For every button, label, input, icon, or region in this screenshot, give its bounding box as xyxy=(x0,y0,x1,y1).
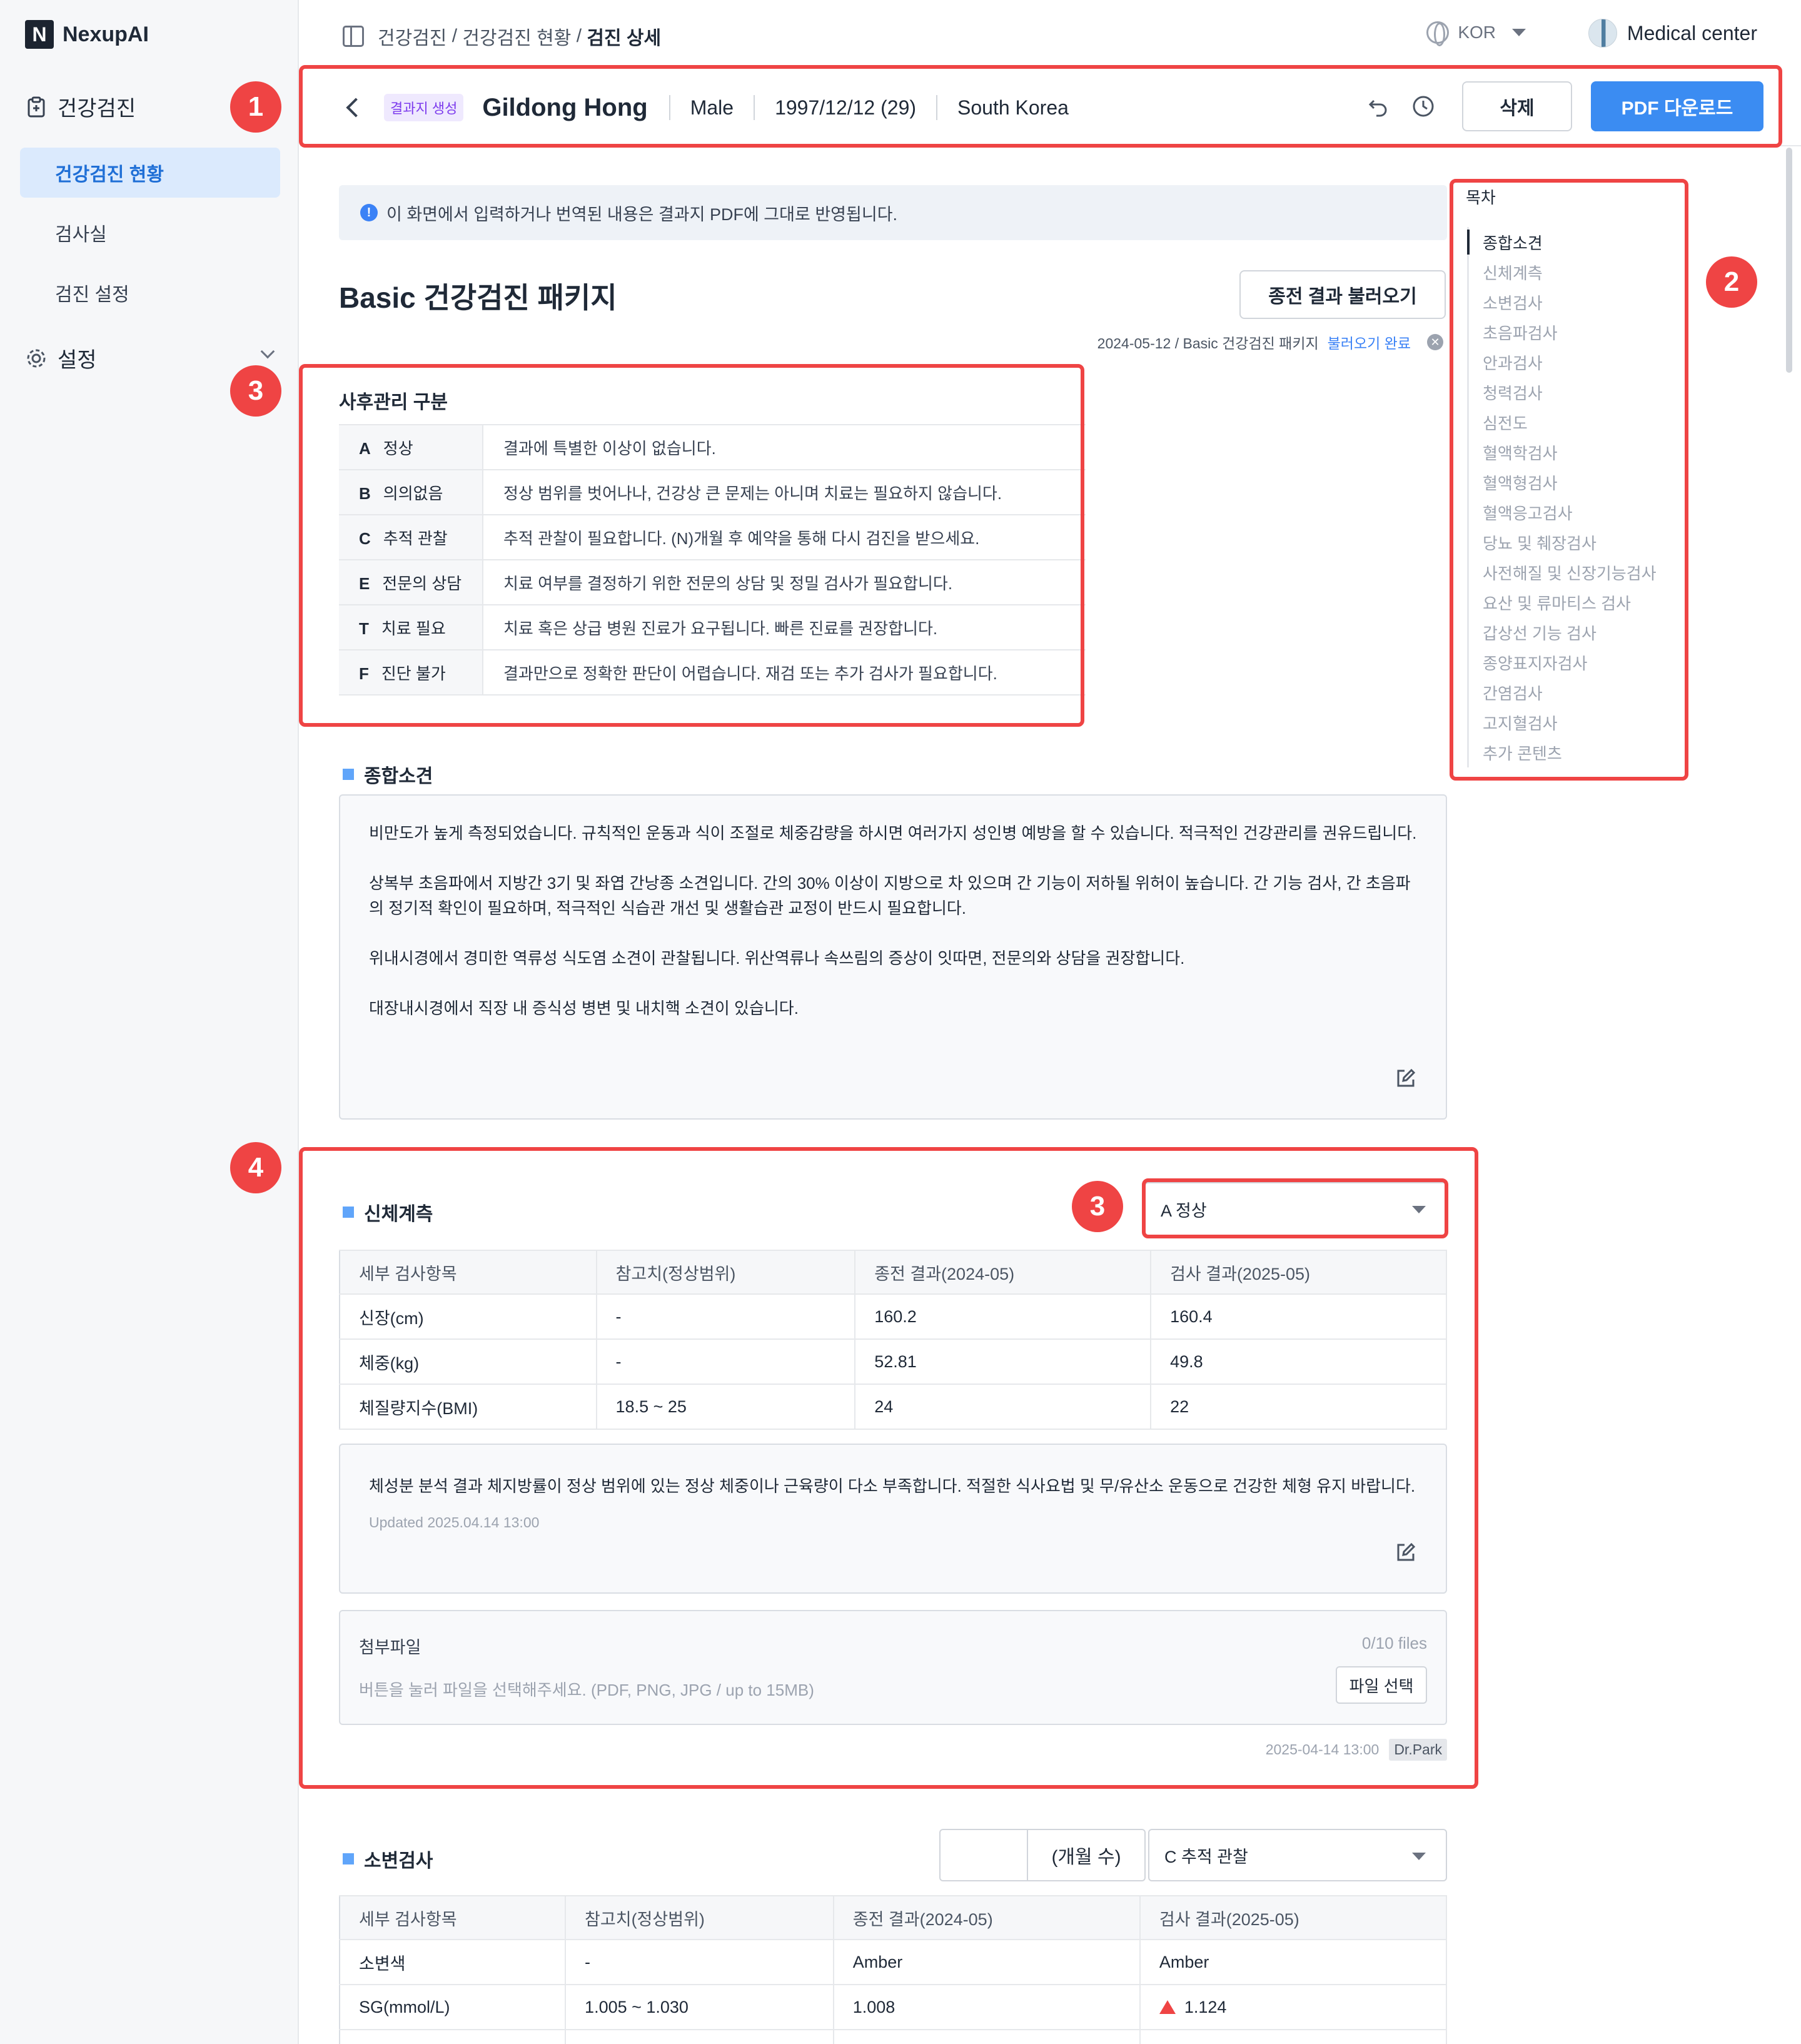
annotation-badge: 1 xyxy=(230,81,281,133)
cell-previous xyxy=(832,2029,1141,2044)
months-unit: (개월 수) xyxy=(1051,1847,1121,1868)
language-label: KOR xyxy=(1458,23,1496,42)
column-header: 종전 결과(2024-05) xyxy=(832,1895,1141,1940)
page-title: Basic 건강검진 패키지 xyxy=(339,281,617,314)
scrollbar[interactable] xyxy=(1786,148,1792,373)
summary-paragraph: 비만도가 높게 측정되었습니다. 규칙적인 운동과 식이 조절로 체중감량을 하… xyxy=(369,824,1417,842)
sidebar-toggle-icon[interactable] xyxy=(343,26,364,47)
annotation-badge: 4 xyxy=(230,1142,281,1193)
summary-textarea[interactable]: 비만도가 높게 측정되었습니다. 규칙적인 운동과 식이 조절로 체중감량을 하… xyxy=(339,794,1447,1120)
globe-icon xyxy=(1426,21,1450,46)
breadcrumb: 건강검진 / 건강검진 현황 / 검진 상세 xyxy=(343,23,661,50)
breadcrumb-separator: / xyxy=(571,26,587,46)
table-row xyxy=(338,2029,1448,2044)
section-marker xyxy=(343,769,354,780)
cell-previous: 1.008 xyxy=(832,1984,1141,2030)
abnormal-value: 1.124 xyxy=(1184,1997,1227,2016)
caret-down-icon xyxy=(1412,1853,1426,1860)
warning-up-icon xyxy=(1159,2000,1176,2014)
table-row: 소변색 - Amber Amber xyxy=(338,1939,1448,1985)
previous-result-meta: 2024-05-12 / Basic 건강검진 패키지 불러오기 완료 ✕ xyxy=(1097,331,1443,353)
section-urine-heading: 소변검사 xyxy=(343,1845,433,1873)
language-selector[interactable]: KOR xyxy=(1426,21,1526,46)
info-icon: ! xyxy=(360,204,378,221)
breadcrumb-current: 검진 상세 xyxy=(587,28,662,49)
cell-reference: 1.005 ~ 1.030 xyxy=(565,1984,834,2030)
edit-icon[interactable] xyxy=(1395,1067,1417,1090)
avatar xyxy=(1588,19,1617,48)
column-header: 세부 검사항목 xyxy=(338,1895,567,1940)
clipboard-icon xyxy=(25,96,48,118)
annotation-badge: 3 xyxy=(230,365,281,417)
annotation-box-4 xyxy=(299,1147,1478,1789)
cell-result[interactable]: Amber xyxy=(1139,1939,1448,1985)
column-header: 참고치(정상범위) xyxy=(565,1895,834,1940)
section-title: 종합소견 xyxy=(364,766,433,787)
section-marker xyxy=(343,1853,354,1864)
cell-result-abnormal[interactable]: 1.124 xyxy=(1139,1984,1448,2030)
summary-paragraph: 위내시경에서 경미한 역류성 식도염 소견이 관찰됩니다. 위산역류나 속쓰림의… xyxy=(369,949,1185,968)
annotation-box-1 xyxy=(299,65,1782,148)
summary-paragraph: 상복부 초음파에서 지방간 3기 및 좌엽 간낭종 소견입니다. 간의 30% … xyxy=(369,874,1411,918)
section-title: 소변검사 xyxy=(364,1851,433,1871)
sidebar-item-lab[interactable]: 검사실 xyxy=(20,208,280,258)
nav-group-health[interactable]: 건강검진 xyxy=(25,91,136,122)
nav-group-settings-label: 설정 xyxy=(58,348,97,372)
close-icon[interactable]: ✕ xyxy=(1427,334,1443,350)
sidebar: N NexupAI 건강검진 건강검진 현황 검사실 검진 설정 설정 xyxy=(0,0,299,2044)
notice-banner: ! 이 화면에서 입력하거나 번역된 내용은 결과지 PDF에 그대로 반영됩니… xyxy=(339,185,1447,240)
brand-name: NexupAI xyxy=(63,22,149,46)
load-previous-button[interactable]: 종전 결과 불러오기 xyxy=(1239,270,1446,319)
breadcrumb-item[interactable]: 건강검진 현황 xyxy=(462,23,571,50)
section-summary-heading: 종합소견 xyxy=(343,761,433,788)
previous-result-info: 2024-05-12 / Basic 건강검진 패키지 xyxy=(1097,335,1319,352)
breadcrumb-item[interactable]: 건강검진 xyxy=(378,23,446,50)
chevron-down-icon xyxy=(260,344,275,359)
center-menu[interactable]: Medical center xyxy=(1588,19,1757,48)
cell-result[interactable] xyxy=(1139,2029,1448,2044)
sidebar-item-exam-settings[interactable]: 검진 설정 xyxy=(20,268,280,318)
cell-item: 소변색 xyxy=(338,1939,567,1985)
cell-item: SG(mmol/L) xyxy=(338,1984,567,2030)
months-field[interactable] xyxy=(941,1830,1028,1880)
load-status: 불러오기 완료 xyxy=(1327,335,1411,352)
nav-group-settings[interactable]: 설정 xyxy=(25,343,275,373)
table-row: SG(mmol/L) 1.005 ~ 1.030 1.008 1.124 xyxy=(338,1984,1448,2030)
brand-logo-icon: N xyxy=(25,20,54,49)
table-header-row: 세부 검사항목 참고치(정상범위) 종전 결과(2024-05) 검사 결과(2… xyxy=(338,1895,1448,1940)
summary-paragraph: 대장내시경에서 직장 내 증식성 병변 및 내치핵 소견이 있습니다. xyxy=(369,999,799,1018)
followup-months-input[interactable]: (개월 수) xyxy=(939,1829,1146,1881)
nav-group-health-label: 건강검진 xyxy=(58,97,136,121)
brand[interactable]: N NexupAI xyxy=(25,20,149,49)
notice-text: 이 화면에서 입력하거나 번역된 내용은 결과지 PDF에 그대로 반영됩니다. xyxy=(386,205,898,224)
cell-previous: Amber xyxy=(832,1939,1141,1985)
grade-select-value: C 추적 관찰 xyxy=(1164,1847,1248,1866)
breadcrumb-separator: / xyxy=(446,26,463,46)
cell-reference: - xyxy=(565,1939,834,1985)
sidebar-item-health-status[interactable]: 건강검진 현황 xyxy=(20,148,280,198)
annotation-box-3 xyxy=(299,364,1084,727)
gear-icon xyxy=(25,347,48,370)
grade-select[interactable]: C 추적 관찰 xyxy=(1148,1829,1447,1881)
column-header: 검사 결과(2025-05) xyxy=(1139,1895,1448,1940)
cell-item xyxy=(338,2029,567,2044)
topbar: 건강검진 / 건강검진 현황 / 검진 상세 KOR Medical cente… xyxy=(300,0,1801,69)
annotation-badge: 2 xyxy=(1706,256,1757,308)
cell-reference xyxy=(565,2029,834,2044)
center-name: Medical center xyxy=(1627,21,1757,44)
urine-table: 세부 검사항목 참고치(정상범위) 종전 결과(2024-05) 검사 결과(2… xyxy=(338,1895,1448,2044)
caret-down-icon xyxy=(1512,29,1526,36)
annotation-box-2 xyxy=(1450,179,1688,781)
